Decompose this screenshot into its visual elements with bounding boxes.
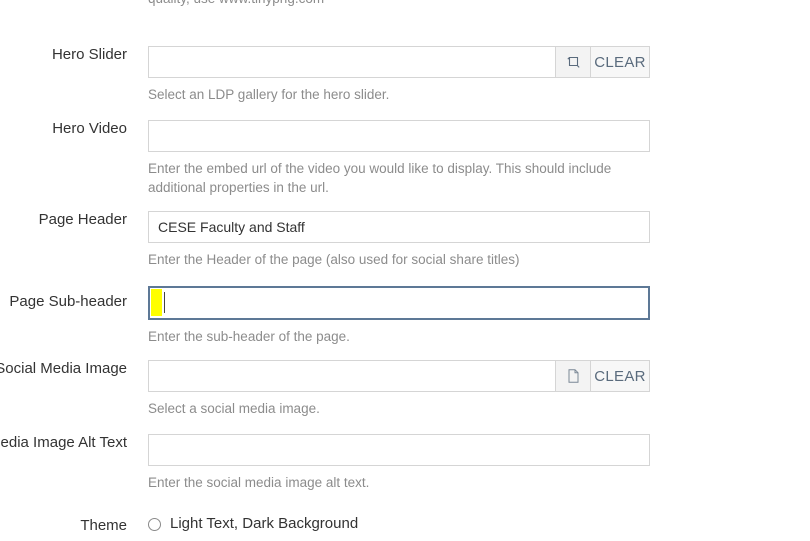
control-theme: Light Text, Dark Background [148, 515, 650, 533]
label-hero-slider: Hero Slider [51, 46, 127, 63]
page-subheader-field-wrap [148, 286, 650, 320]
label-theme: Theme [80, 517, 127, 534]
hero-video-input[interactable] [148, 120, 650, 152]
truncated-help-text: quality, use www.tinypng.com [148, 0, 678, 8]
help-social-media-alt-text: Enter the social media image alt text. [148, 475, 370, 490]
page-subheader-input[interactable] [148, 286, 650, 320]
form-page: quality, use www.tinypng.com Hero Slider… [0, 0, 810, 541]
theme-radio-row: Light Text, Dark Background [148, 515, 650, 533]
social-media-image-input[interactable] [148, 360, 555, 392]
label-page-subheader: Page Sub-header [9, 293, 127, 310]
input-group-hero-slider: CLEAR [148, 46, 650, 78]
label-page-header: Page Header [38, 211, 127, 228]
control-hero-slider: CLEAR Select an LDP gallery for the hero… [148, 46, 650, 104]
control-page-subheader: Enter the sub-header of the page. [148, 286, 650, 346]
control-social-media-image: CLEAR Select a social media image. [148, 360, 650, 418]
control-page-header: Enter the Header of the page (also used … [148, 211, 650, 269]
label-social-media-image: Social Media Image [0, 360, 127, 377]
help-hero-video: Enter the embed url of the video you wou… [148, 161, 612, 195]
theme-radio-light-text-dark-background[interactable] [148, 517, 161, 531]
label-hero-video: Hero Video [52, 120, 127, 137]
document-file-icon[interactable] [555, 360, 591, 392]
control-social-media-alt-text: Enter the social media image alt text. [148, 434, 650, 492]
help-page-header: Enter the Header of the page (also used … [148, 252, 520, 267]
theme-radio-label[interactable]: Light Text, Dark Background [170, 515, 358, 533]
help-hero-slider: Select an LDP gallery for the hero slide… [148, 87, 390, 102]
input-group-social-media-image: CLEAR [148, 360, 650, 392]
hero-slider-clear-button[interactable]: CLEAR [591, 46, 650, 78]
hero-slider-input[interactable] [148, 46, 555, 78]
gallery-frame-icon[interactable] [555, 46, 591, 78]
help-social-media-image: Select a social media image. [148, 401, 320, 416]
social-media-alt-text-input[interactable] [148, 434, 650, 466]
control-hero-video: Enter the embed url of the video you wou… [148, 120, 650, 197]
page-header-input[interactable] [148, 211, 650, 243]
social-media-image-clear-button[interactable]: CLEAR [591, 360, 650, 392]
label-social-media-alt-text: Social Media Image Alt Text [0, 434, 127, 451]
help-page-subheader: Enter the sub-header of the page. [148, 329, 350, 344]
